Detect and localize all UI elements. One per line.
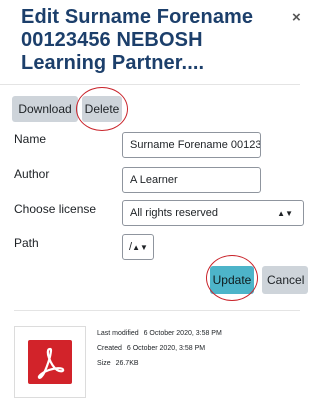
size-row: Size 26.7KB bbox=[97, 360, 142, 367]
last-modified-label: Last modified bbox=[97, 330, 139, 337]
name-label: Name bbox=[14, 132, 47, 146]
created-row: Created 6 October 2020, 3:58 PM bbox=[97, 345, 208, 352]
close-icon[interactable]: × bbox=[292, 10, 301, 25]
license-label: Choose license bbox=[14, 202, 97, 216]
created-value: 6 October 2020, 3:58 PM bbox=[126, 345, 206, 352]
size-label: Size bbox=[97, 360, 111, 367]
update-highlight-circle bbox=[206, 255, 258, 301]
delete-highlight-circle bbox=[76, 87, 128, 131]
path-select[interactable]: / ▲▼ bbox=[122, 234, 154, 260]
last-modified-value: 6 October 2020, 3:58 PM bbox=[143, 330, 222, 337]
dialog-title: Edit Surname Forename 00123456 NEBOSH Le… bbox=[21, 6, 254, 74]
author-field[interactable]: A Learner bbox=[122, 167, 261, 193]
created-label: Created bbox=[97, 345, 122, 352]
name-field[interactable]: Surname Forename 00123456 NEBOSH Learnin… bbox=[122, 132, 261, 158]
download-button[interactable]: Download bbox=[12, 96, 78, 122]
author-label: Author bbox=[14, 167, 50, 181]
pdf-file-icon bbox=[28, 340, 72, 384]
last-modified-row: Last modified 6 October 2020, 3:58 PM bbox=[97, 330, 225, 337]
select-arrows-icon: ▲▼ bbox=[132, 242, 148, 252]
file-thumbnail bbox=[14, 326, 86, 398]
select-arrows-icon: ▲▼ bbox=[277, 208, 293, 218]
cancel-button[interactable]: Cancel bbox=[262, 266, 308, 294]
license-select-value: All rights reserved bbox=[130, 207, 219, 219]
license-select[interactable]: All rights reserved ▲▼ bbox=[122, 200, 304, 226]
header-divider bbox=[0, 84, 300, 85]
path-label: Path bbox=[14, 236, 39, 250]
size-value: 26.7KB bbox=[115, 360, 139, 367]
section-divider bbox=[14, 310, 300, 311]
